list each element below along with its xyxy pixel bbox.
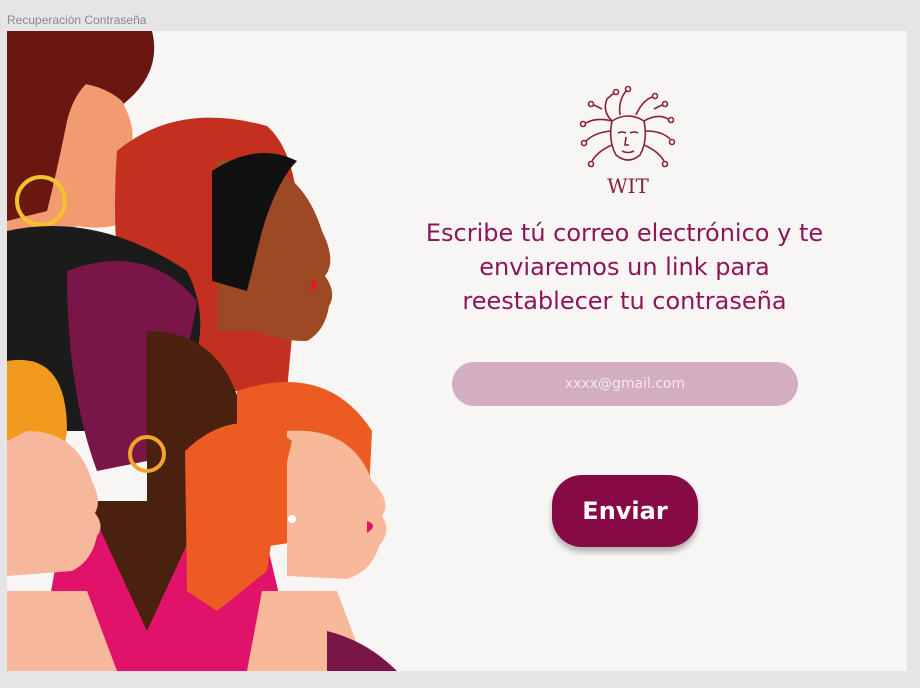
logo-text: WIT	[607, 174, 649, 198]
frame-title: Recuperación Contraseña	[7, 13, 147, 27]
women-illustration	[7, 31, 397, 671]
send-button[interactable]: Enviar	[552, 475, 698, 547]
medusa-circuit-logo-icon: WIT	[579, 85, 676, 198]
headline-line-1: Escribe tú correo electrónico y te	[425, 219, 824, 247]
wit-logo: WIT	[572, 81, 684, 201]
password-recovery-frame: WIT Escribe tú correo electrónico y te e…	[7, 31, 907, 671]
recovery-instructions: Escribe tú correo electrónico y te envia…	[407, 216, 842, 318]
headline-line-2: enviaremos un link para	[479, 253, 770, 281]
email-input[interactable]	[452, 362, 798, 406]
headline-line-3: reestablecer tu contraseña	[462, 287, 787, 315]
